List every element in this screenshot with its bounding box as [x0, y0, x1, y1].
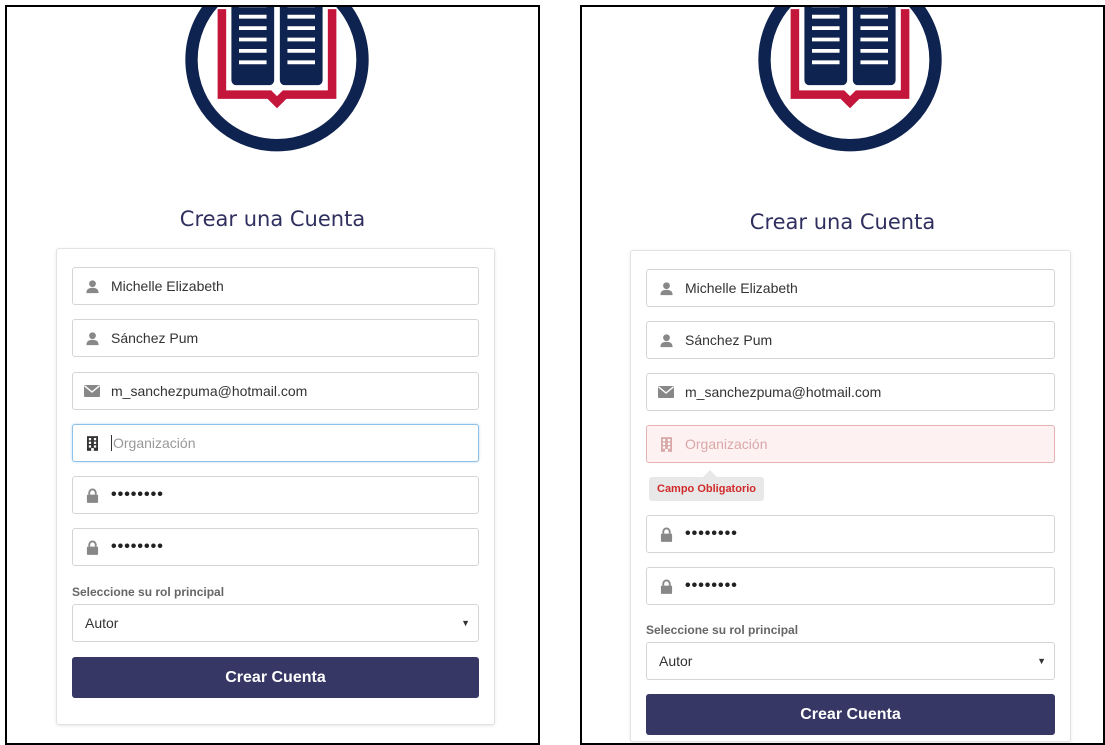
- lock-icon: [73, 477, 111, 513]
- envelope-icon: [73, 373, 111, 409]
- role-select[interactable]: Autor ▼: [646, 642, 1055, 680]
- confirm-password-value: ••••••••: [111, 538, 164, 555]
- organization-placeholder: Organización: [113, 435, 196, 451]
- user-icon: [647, 270, 685, 306]
- page-title: Crear una Cuenta: [179, 207, 366, 231]
- role-select-value: Autor: [659, 653, 693, 669]
- chevron-down-icon: ▼: [1037, 656, 1046, 666]
- first-name-field[interactable]: Michelle Elizabeth: [646, 269, 1055, 307]
- create-account-button[interactable]: Crear Cuenta: [646, 694, 1055, 735]
- email-field[interactable]: m_sanchezpuma@hotmail.com: [646, 373, 1055, 411]
- user-icon: [73, 268, 111, 304]
- confirm-password-value: ••••••••: [685, 577, 738, 594]
- first-name-value: Michelle Elizabeth: [111, 278, 224, 294]
- lock-icon: [73, 529, 111, 565]
- confirm-password-field[interactable]: ••••••••: [72, 528, 479, 566]
- password-value: ••••••••: [111, 486, 164, 503]
- create-account-button[interactable]: Crear Cuenta: [72, 657, 479, 698]
- chevron-down-icon: ▼: [461, 618, 470, 628]
- user-icon: [73, 320, 111, 356]
- page-title: Crear una Cuenta: [749, 210, 936, 234]
- email-field[interactable]: m_sanchezpuma@hotmail.com: [72, 372, 479, 410]
- password-field[interactable]: ••••••••: [646, 515, 1055, 553]
- lock-icon: [647, 516, 685, 552]
- book-logo-icon: [182, 5, 372, 163]
- password-field[interactable]: ••••••••: [72, 476, 479, 514]
- organization-field[interactable]: Organización: [646, 425, 1055, 463]
- last-name-field[interactable]: Sánchez Pum: [646, 321, 1055, 359]
- book-logo-icon: [755, 5, 945, 163]
- lock-icon: [647, 568, 685, 604]
- register-panel-focused: Crear una Cuenta Michelle Elizabeth Sánc…: [5, 5, 540, 745]
- required-field-tooltip: Campo Obligatorio: [649, 470, 764, 501]
- last-name-field[interactable]: Sánchez Pum: [72, 319, 479, 357]
- confirm-password-field[interactable]: ••••••••: [646, 567, 1055, 605]
- register-panel-validation-error: Crear una Cuenta Michelle Elizabeth Sánc…: [580, 5, 1105, 745]
- role-select-value: Autor: [85, 615, 119, 631]
- organization-field[interactable]: Organización: [72, 424, 479, 462]
- text-caret: [111, 435, 112, 451]
- last-name-value: Sánchez Pum: [685, 332, 773, 348]
- email-value: m_sanchezpuma@hotmail.com: [685, 384, 882, 400]
- role-select[interactable]: Autor ▼: [72, 604, 479, 642]
- user-icon: [647, 322, 685, 358]
- role-label: Seleccione su rol principal: [646, 623, 799, 637]
- password-value: ••••••••: [685, 525, 738, 542]
- envelope-icon: [647, 374, 685, 410]
- organization-placeholder: Organización: [685, 436, 768, 452]
- building-icon: [73, 425, 111, 461]
- role-label: Seleccione su rol principal: [72, 585, 225, 599]
- first-name-value: Michelle Elizabeth: [685, 280, 798, 296]
- first-name-field[interactable]: Michelle Elizabeth: [72, 267, 479, 305]
- last-name-value: Sánchez Pum: [111, 330, 199, 346]
- email-value: m_sanchezpuma@hotmail.com: [111, 383, 308, 399]
- building-icon: [647, 426, 685, 462]
